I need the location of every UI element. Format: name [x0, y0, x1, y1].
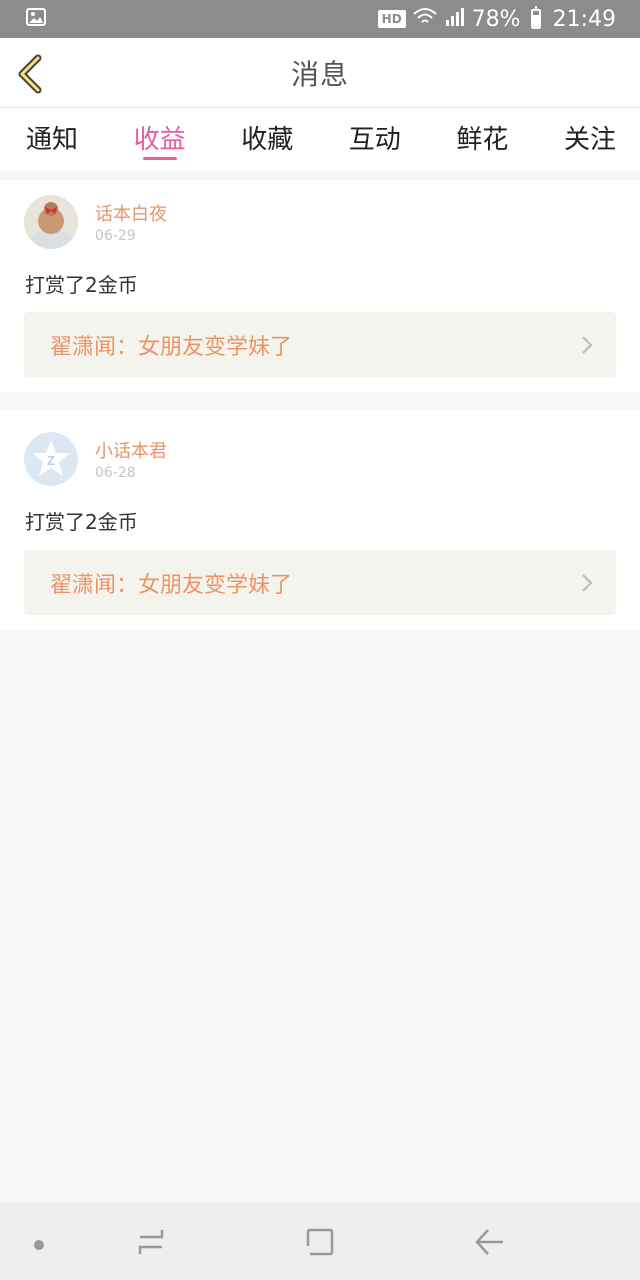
back-arrow-icon[interactable] — [474, 1227, 506, 1261]
chevron-right-icon — [580, 334, 594, 362]
message-text: 打赏了2金币 — [25, 510, 138, 534]
user-name[interactable]: 小话本君 — [95, 437, 167, 463]
user-name[interactable]: 话本白夜 — [95, 200, 167, 226]
book-link[interactable]: 翟潇闻：女朋友变学妹了 — [24, 312, 616, 377]
hd-badge: HD — [377, 10, 406, 28]
page-title: 消息 — [290, 57, 349, 91]
book-title: 翟潇闻：女朋友变学妹了 — [50, 334, 293, 360]
home-icon[interactable] — [304, 1226, 336, 1262]
tab-follows[interactable]: 关注 — [564, 109, 616, 171]
recent-apps-icon[interactable] — [136, 1227, 166, 1261]
tab-label: 通知 — [26, 125, 79, 155]
message-card: Z 小话本君 06-28 打赏了2金币 翟潇闻：女朋友变学妹了 — [0, 410, 640, 630]
tab-interactions[interactable]: 互动 — [349, 109, 401, 171]
tab-label: 收藏 — [241, 125, 294, 155]
tab-flowers[interactable]: 鲜花 — [456, 109, 508, 171]
dot-icon[interactable] — [33, 1236, 45, 1255]
battery-percent: 78% — [471, 6, 521, 32]
avatar[interactable] — [24, 195, 78, 249]
back-button[interactable] — [12, 52, 52, 96]
chevron-left-icon — [12, 54, 52, 100]
message-date: 06-29 — [95, 228, 136, 244]
book-title: 翟潇闻：女朋友变学妹了 — [50, 572, 293, 598]
message-text: 打赏了2金币 — [25, 273, 138, 297]
system-navigation-bar — [0, 1203, 640, 1280]
active-tab-indicator — [142, 157, 177, 160]
clock: 21:49 — [552, 6, 616, 32]
battery-icon — [530, 6, 541, 29]
signal-icon — [444, 6, 466, 32]
tab-favorites[interactable]: 收藏 — [241, 109, 293, 171]
book-link[interactable]: 翟潇闻：女朋友变学妹了 — [24, 550, 616, 615]
tab-label: 互动 — [348, 125, 401, 155]
tab-bar: 通知 收益 收藏 互动 鲜花 关注 — [0, 109, 640, 171]
tab-label: 收益 — [133, 125, 186, 155]
tab-earnings[interactable]: 收益 — [134, 109, 186, 171]
message-date: 06-28 — [95, 465, 136, 481]
chevron-right-icon — [580, 572, 594, 600]
gallery-notification-icon — [26, 8, 46, 30]
header: 消息 — [0, 38, 640, 108]
tab-label: 鲜花 — [456, 125, 509, 155]
tab-notifications[interactable]: 通知 — [26, 109, 78, 171]
status-bar: HD 78% 21:49 — [0, 0, 640, 38]
avatar[interactable]: Z — [24, 432, 78, 486]
message-card: 话本白夜 06-29 打赏了2金币 翟潇闻：女朋友变学妹了 — [0, 180, 640, 392]
svg-text:Z: Z — [47, 453, 55, 468]
tab-label: 关注 — [563, 125, 616, 155]
wifi-icon — [412, 6, 438, 32]
